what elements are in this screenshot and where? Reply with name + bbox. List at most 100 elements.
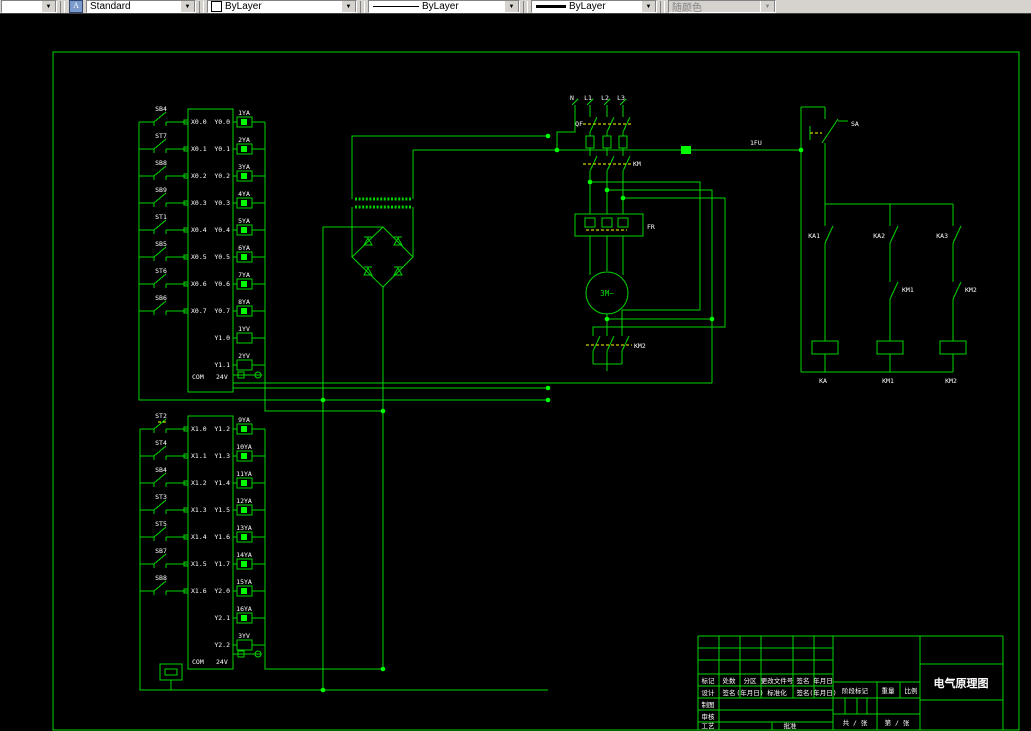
switch-label: SB5 <box>155 240 167 248</box>
coil-label: 4YA <box>238 190 250 198</box>
tb-cell: 审核 <box>702 712 716 721</box>
plc-output: Y0.2 <box>214 172 230 180</box>
drawing-title: 电气原理图 <box>934 676 989 690</box>
switch-label: ST5 <box>155 520 167 528</box>
coil-label: KA <box>819 377 827 385</box>
plc-input: X0.0 <box>191 118 207 126</box>
plc-24v-label: 24V <box>216 373 228 381</box>
plc-input: X0.1 <box>191 145 207 153</box>
chevron-down-icon[interactable]: ▼ <box>341 1 356 12</box>
coil-label: 3YA <box>238 163 250 171</box>
coil-label: 2YV <box>238 352 250 360</box>
plc-input: X1.4 <box>191 533 207 541</box>
plc-input: X0.4 <box>191 226 207 234</box>
tb-cell: 年月日 <box>813 676 833 685</box>
text-style-value: Standard <box>90 1 131 12</box>
toolbar-separator <box>199 0 204 13</box>
switch-label: SB7 <box>155 547 167 555</box>
plot-style-value: 随颜色 <box>672 3 702 13</box>
coil-label: 1YV <box>238 325 250 333</box>
text-style-icon: A <box>69 0 83 13</box>
plc-output: Y1.6 <box>214 533 230 541</box>
tb-cell: 工艺 <box>702 722 716 730</box>
tb-cell: 标准化 <box>767 688 787 697</box>
switch-label: ST2 <box>155 412 167 420</box>
phase-l2-label: L2 <box>601 94 609 102</box>
breaker-label: QF <box>575 120 583 128</box>
lineweight-sample-icon <box>536 5 566 8</box>
motor-label: 3M~ <box>600 289 614 298</box>
color-value: ByLayer <box>225 1 262 12</box>
tb-cell: 制图 <box>702 700 715 709</box>
coil-label: 3YV <box>238 632 250 640</box>
plc-output: Y1.5 <box>214 506 230 514</box>
lineweight-combo[interactable]: ByLayer ▼ <box>531 0 657 13</box>
tb-cell: (年月日) <box>809 688 836 697</box>
coil-label: 9YA <box>238 416 250 424</box>
layer-combo[interactable]: ▼ <box>1 0 57 13</box>
tb-cell: 处数 <box>723 676 737 685</box>
tb-cell: 签名 <box>797 688 810 697</box>
tb-cell: 分区 <box>744 676 758 685</box>
plc-output: Y2.1 <box>214 614 230 622</box>
bridge-rectifier <box>351 226 414 288</box>
plc-output: Y1.7 <box>214 560 230 568</box>
chevron-down-icon: ▼ <box>760 1 775 12</box>
phase-n-label: N <box>570 94 574 102</box>
switch-label: ST1 <box>155 213 167 221</box>
tb-cell: 更改文件号 <box>761 676 794 685</box>
plc-output: Y0.4 <box>214 226 230 234</box>
linetype-value: ByLayer <box>422 1 459 12</box>
toolbar-separator <box>60 0 65 13</box>
tb-cell: (年月日) <box>736 688 763 697</box>
coil-label: 16YA <box>236 605 252 613</box>
chevron-down-icon[interactable]: ▼ <box>180 1 195 12</box>
plc-output: Y0.6 <box>214 280 230 288</box>
coil-label: 6YA <box>238 244 250 252</box>
plc-input: X0.3 <box>191 199 207 207</box>
text-style-button[interactable]: A <box>68 0 84 13</box>
drawing-canvas[interactable]: SB4 ST7 SB8 SB9 ST1 SB5 ST6 SB6 X0.0 X0.… <box>0 14 1031 731</box>
coil-label: 15YA <box>236 578 252 586</box>
coil-label: KM1 <box>882 377 894 385</box>
plc-input: X1.3 <box>191 506 207 514</box>
switch-label: SB4 <box>155 105 167 113</box>
contact-label: KA2 <box>873 232 885 240</box>
switch-label: ST7 <box>155 132 167 140</box>
phase-l3-label: L3 <box>617 94 625 102</box>
coil-label: 7YA <box>238 271 250 279</box>
switch-label: SB8 <box>155 574 167 582</box>
plc-output: Y1.3 <box>214 452 230 460</box>
text-style-combo[interactable]: Standard ▼ <box>86 0 196 13</box>
switch-label: SB9 <box>155 186 167 194</box>
switch-label: ST4 <box>155 439 167 447</box>
linetype-combo[interactable]: ByLayer ▼ <box>368 0 520 13</box>
tb-cell: 设计 <box>702 688 716 697</box>
thermal-relay-label: FR <box>647 223 655 231</box>
chevron-down-icon[interactable]: ▼ <box>504 1 519 12</box>
coil-label: KM2 <box>945 377 957 385</box>
color-combo[interactable]: ByLayer ▼ <box>207 0 357 13</box>
plc-input: X1.2 <box>191 479 207 487</box>
cad-application-window: ▼ A Standard ▼ ByLayer ▼ ByLayer ▼ ByLay… <box>0 0 1031 731</box>
plc-output: Y0.7 <box>214 307 230 315</box>
phase-l1-label: L1 <box>584 94 592 102</box>
plc-input: X1.0 <box>191 425 207 433</box>
chevron-down-icon[interactable]: ▼ <box>41 1 56 12</box>
plc-24v-label: 24V <box>216 658 228 666</box>
fuse-label: 1FU <box>750 139 762 147</box>
tb-weight: 重量 <box>882 687 896 695</box>
plc-output: Y0.0 <box>214 118 230 126</box>
contactor-label: KM <box>633 160 641 168</box>
contactor2-label: KM2 <box>634 342 646 350</box>
junction-dots <box>320 133 804 693</box>
coil-label: 10YA <box>236 443 252 451</box>
plc-input: X1.1 <box>191 452 207 460</box>
plot-style-combo: 随颜色 ▼ <box>668 0 776 13</box>
tb-cell: 批准 <box>784 721 798 730</box>
contact-label: KA1 <box>808 232 820 240</box>
chevron-down-icon[interactable]: ▼ <box>641 1 656 12</box>
plc-input: X0.6 <box>191 280 207 288</box>
schematic-labels: SB4 ST7 SB8 SB9 ST1 SB5 ST6 SB6 X0.0 X0.… <box>155 94 977 666</box>
plc-output: Y0.3 <box>214 199 230 207</box>
